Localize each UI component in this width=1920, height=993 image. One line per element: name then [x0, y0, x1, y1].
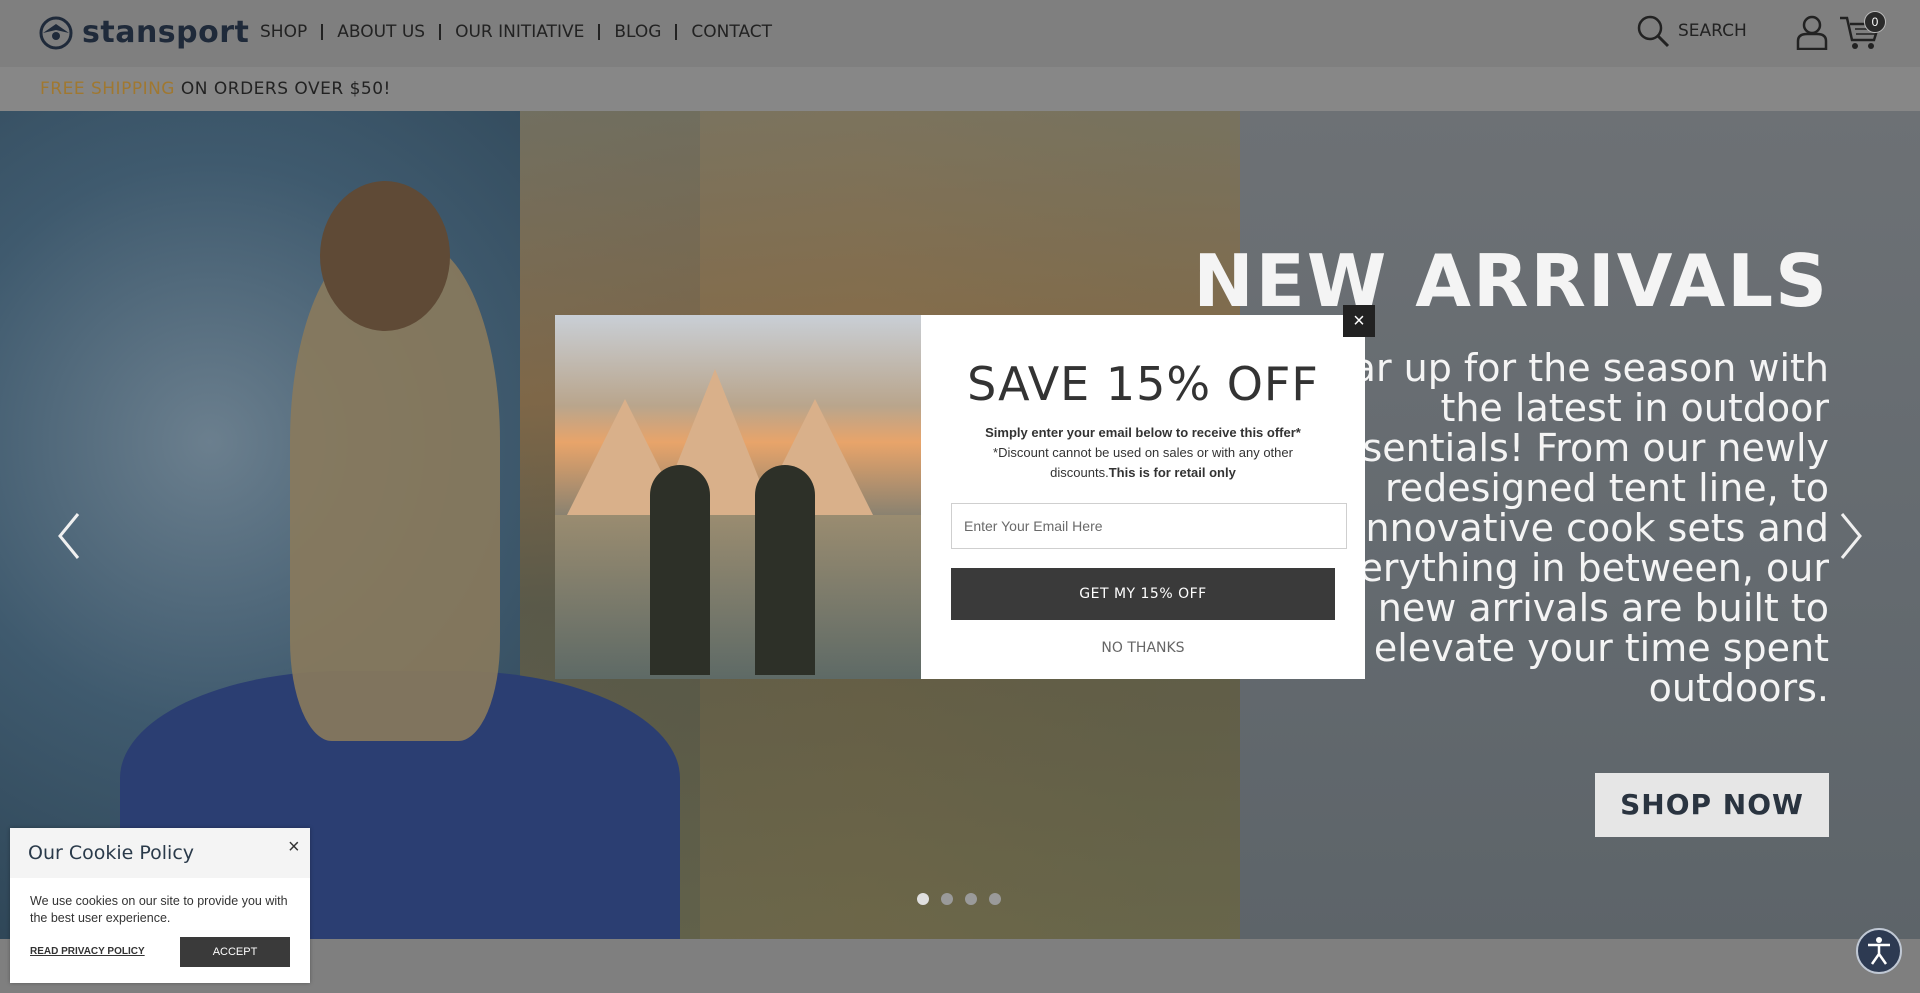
- nav-contact[interactable]: CONTACT: [691, 22, 772, 42]
- nav-our-initiative[interactable]: OUR INITIATIVE: [455, 22, 584, 42]
- modal-desc-line1: Simply enter your email below to receive…: [985, 425, 1301, 440]
- stansport-logo-icon: [39, 16, 73, 49]
- get-discount-button[interactable]: GET MY 15% OFF: [951, 568, 1335, 620]
- cookie-accept-button[interactable]: ACCEPT: [180, 937, 290, 967]
- search-label: SEARCH: [1678, 21, 1747, 41]
- no-thanks-link[interactable]: NO THANKS: [921, 640, 1365, 656]
- cookie-title: Our Cookie Policy: [28, 842, 195, 864]
- modal-title: SAVE 15% OFF: [967, 357, 1319, 411]
- promo-accent: FREE SHIPPING: [40, 79, 175, 99]
- carousel-prev-arrow-icon[interactable]: [52, 506, 92, 566]
- nav-about-us[interactable]: ABOUT US: [337, 22, 425, 42]
- carousel-dot-1[interactable]: [917, 893, 929, 905]
- lake: [555, 515, 921, 679]
- hiker-figure: [755, 465, 815, 675]
- modal-desc-bold: This is for retail only: [1108, 465, 1236, 480]
- nav-divider: [598, 24, 601, 40]
- cookie-close-button[interactable]: ×: [288, 836, 300, 859]
- search-icon: [1637, 15, 1670, 48]
- nav-divider: [321, 24, 324, 40]
- user-icon[interactable]: [1795, 14, 1829, 50]
- privacy-policy-link[interactable]: READ PRIVACY POLICY: [30, 946, 145, 957]
- hero-title: NEW ARRIVALS: [1193, 239, 1829, 323]
- carousel-dot-3[interactable]: [965, 893, 977, 905]
- main-nav: SHOP ABOUT US OUR INITIATIVE BLOG CONTAC…: [260, 22, 772, 42]
- modal-content: SAVE 15% OFF Simply enter your email bel…: [921, 315, 1365, 679]
- search-button[interactable]: SEARCH: [1636, 14, 1747, 48]
- nav-blog[interactable]: BLOG: [614, 22, 661, 42]
- accessibility-icon[interactable]: [1856, 928, 1902, 974]
- carousel-dots: [917, 893, 1001, 905]
- modal-close-button[interactable]: ×: [1343, 305, 1375, 337]
- cookie-body: We use cookies on our site to provide yo…: [30, 894, 288, 925]
- nav-shop[interactable]: SHOP: [260, 22, 307, 42]
- promo-bar: FREE SHIPPING ON ORDERS OVER $50!: [0, 67, 1920, 111]
- nav-divider: [675, 24, 678, 40]
- email-input[interactable]: [951, 503, 1347, 549]
- nav-divider: [439, 24, 442, 40]
- carousel-dot-4[interactable]: [989, 893, 1001, 905]
- cookie-header: Our Cookie Policy ×: [10, 828, 310, 878]
- promo-text: FREE SHIPPING ON ORDERS OVER $50!: [40, 79, 391, 99]
- modal-description: Simply enter your email below to receive…: [973, 423, 1313, 483]
- hiker-figure: [650, 465, 710, 675]
- carousel-next-arrow-icon[interactable]: [1828, 506, 1868, 566]
- cart-count-badge: 0: [1864, 11, 1886, 33]
- modal-hikers-image: [555, 315, 921, 679]
- cookie-banner: Our Cookie Policy × We use cookies on ou…: [10, 828, 310, 983]
- brand-logo[interactable]: stansport: [38, 15, 249, 50]
- hero-person-head: [320, 181, 450, 331]
- promo-rest: ON ORDERS OVER $50!: [174, 79, 391, 99]
- shop-now-button[interactable]: SHOP NOW: [1595, 773, 1829, 837]
- brand-name: stansport: [82, 15, 250, 50]
- carousel-dot-2[interactable]: [941, 893, 953, 905]
- email-signup-modal: SAVE 15% OFF Simply enter your email bel…: [555, 315, 1365, 679]
- site-header: stansport SHOP ABOUT US OUR INITIATIVE B…: [0, 0, 1920, 67]
